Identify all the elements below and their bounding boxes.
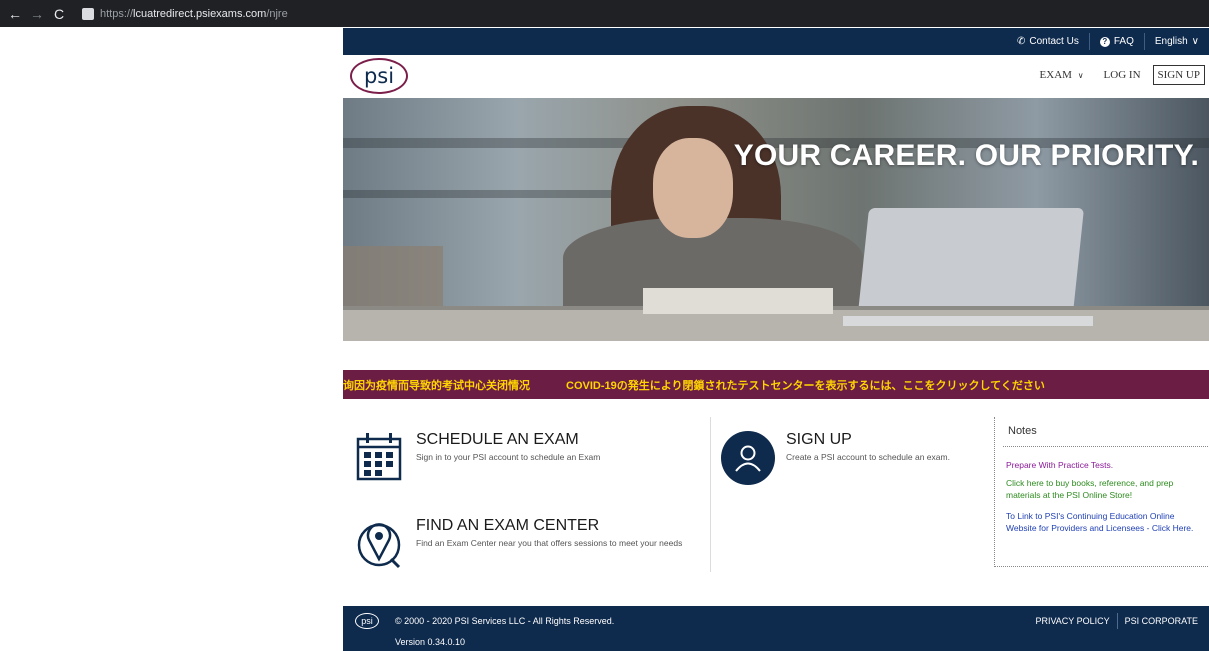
site-footer: psi © 2000 - 2020 PSI Services LLC - All… <box>343 606 1209 651</box>
footer-psi-logo[interactable]: psi <box>355 613 379 629</box>
notes-title: Notes <box>1008 425 1037 437</box>
schedule-exam-tile[interactable]: SCHEDULE AN EXAM Sign in to your PSI acc… <box>355 431 695 491</box>
browser-toolbar: ← → C https://lcuatredirect.psiexams.com… <box>0 0 1209 27</box>
nav-login-link[interactable]: LOG IN <box>1094 69 1151 81</box>
copyright-text: © 2000 - 2020 PSI Services LLC - All Rig… <box>395 616 615 626</box>
notes-divider <box>1003 446 1209 447</box>
signup-title: SIGN UP <box>786 431 852 448</box>
covid-notice-chinese[interactable]: 询因为疫情而导致的考试中心关闭情况 <box>343 377 530 393</box>
contact-us-label: Contact Us <box>1029 36 1079 47</box>
site-header: psi EXAM ∨ LOG IN SIGN UP <box>343 55 1209 99</box>
note-continuing-education-link[interactable]: To Link to PSI's Continuing Education On… <box>1006 510 1206 534</box>
main-nav: EXAM ∨ LOG IN SIGN UP <box>1030 65 1205 85</box>
signup-desc: Create a PSI account to schedule an exam… <box>786 452 950 462</box>
footer-logo-text: psi <box>361 616 373 626</box>
note-practice-tests-link[interactable]: Prepare With Practice Tests. <box>1006 459 1206 471</box>
hero-image-laptop-base <box>843 316 1093 326</box>
url-scheme: https:// <box>100 7 134 20</box>
site-favicon-icon <box>82 7 94 20</box>
find-exam-center-tile[interactable]: FIND AN EXAM CENTER Find an Exam Center … <box>355 517 700 577</box>
privacy-policy-link[interactable]: PRIVACY POLICY <box>1028 616 1116 626</box>
signup-tile[interactable]: SIGN UP Create a PSI account to schedule… <box>721 431 986 491</box>
hero-image-person-face <box>653 138 733 238</box>
hero-image-books <box>643 288 833 314</box>
url-host: lcuatredirect.psiexams.com <box>133 7 267 20</box>
hero-banner: YOUR CAREER. OUR PRIORITY. <box>343 98 1209 341</box>
psi-corporate-link[interactable]: PSI CORPORATE <box>1118 616 1205 626</box>
calendar-icon <box>355 431 403 488</box>
notes-bottom-divider <box>995 566 1209 567</box>
contact-us-link[interactable]: ✆ Contact Us <box>1007 28 1089 55</box>
chevron-down-icon: ∨ <box>1191 36 1199 47</box>
find-exam-center-desc: Find an Exam Center near you that offers… <box>416 538 683 548</box>
find-exam-center-title: FIND AN EXAM CENTER <box>416 517 600 534</box>
hero-image-chair <box>343 246 443 306</box>
user-circle-icon <box>721 431 775 490</box>
covid-notice-banner[interactable]: 询因为疫情而导致的考试中心关闭情况 COVID-19の発生により閉鎖されたテスト… <box>343 370 1209 399</box>
chevron-down-icon: ∨ <box>1077 71 1084 80</box>
nav-signup-button[interactable]: SIGN UP <box>1152 65 1205 85</box>
address-bar[interactable]: https://lcuatredirect.psiexams.com/njre <box>100 8 288 20</box>
schedule-exam-desc: Sign in to your PSI account to schedule … <box>416 452 601 462</box>
schedule-exam-title: SCHEDULE AN EXAM <box>416 431 579 448</box>
nav-exam-dropdown[interactable]: EXAM ∨ <box>1030 69 1094 81</box>
covid-notice-japanese[interactable]: COVID-19の発生により閉鎖されたテストセンターを表示するには、ここをクリッ… <box>566 377 1045 393</box>
version-text: Version 0.34.0.10 <box>395 637 466 647</box>
location-search-icon <box>355 517 403 574</box>
column-divider <box>710 417 711 572</box>
footer-links: PRIVACY POLICY PSI CORPORATE <box>1028 613 1205 629</box>
phone-icon: ✆ <box>1016 36 1026 47</box>
note-online-store-link[interactable]: Click here to buy books, reference, and … <box>1006 477 1206 501</box>
hero-tagline: YOUR CAREER. OUR PRIORITY. <box>733 139 1199 172</box>
logo-text: psi <box>363 64 395 88</box>
reload-icon[interactable]: C <box>52 6 66 22</box>
language-selector[interactable]: English ∨ <box>1145 28 1209 55</box>
url-path: /njre <box>266 7 288 20</box>
psi-logo[interactable]: psi <box>350 58 408 94</box>
question-circle-icon: ? <box>1099 36 1110 47</box>
nav-exam-label: EXAM <box>1039 69 1072 81</box>
notes-panel: Notes Prepare With Practice Tests. Click… <box>994 417 1209 567</box>
utility-bar: ✆ Contact Us ? FAQ English ∨ <box>343 28 1209 55</box>
action-panel: SCHEDULE AN EXAM Sign in to your PSI acc… <box>343 417 1209 602</box>
language-label: English <box>1154 36 1188 47</box>
faq-label: FAQ <box>1113 36 1134 47</box>
faq-link[interactable]: ? FAQ <box>1090 28 1144 55</box>
back-arrow-icon[interactable]: ← <box>8 6 22 22</box>
psi-website: ✆ Contact Us ? FAQ English ∨ psi EXAM ∨ … <box>343 28 1209 651</box>
forward-arrow-icon[interactable]: → <box>30 6 44 22</box>
